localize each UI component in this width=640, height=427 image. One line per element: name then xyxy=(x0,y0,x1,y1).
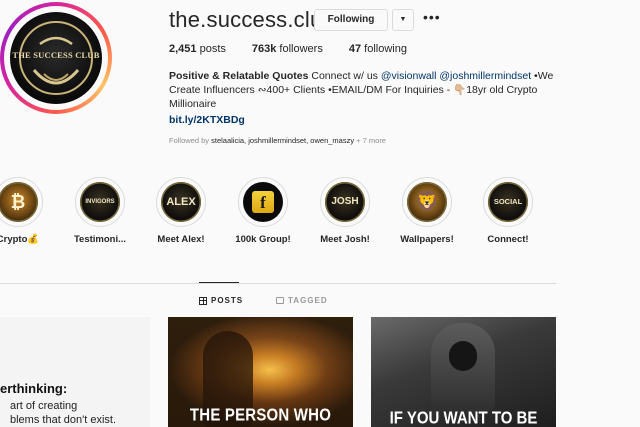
post-caption: IF YOU WANT TO BE xyxy=(389,408,538,427)
post-thumbnail[interactable]: erthinking: art of creating blems that d… xyxy=(0,317,150,427)
suggested-dropdown-button[interactable]: ▼ xyxy=(392,9,414,31)
tab-posts[interactable]: POSTS xyxy=(199,296,243,305)
following-stat-label: following xyxy=(361,43,407,55)
followed-by-names: stelaalicia, joshmillermindset, owen_mas… xyxy=(211,136,355,145)
bio-name: Positive & Relatable Quotes xyxy=(169,70,309,82)
facebook-tile: f xyxy=(243,182,283,222)
highlight-ring: 🦁 xyxy=(402,177,452,227)
more-options-button[interactable]: ••• xyxy=(423,9,441,25)
followed-by[interactable]: Followed by stelaalicia, joshmillerminds… xyxy=(169,136,386,145)
active-tab-indicator xyxy=(199,282,239,283)
highlight-crypto[interactable]: ₿ Crypto💰 xyxy=(0,177,48,245)
profile-bio: Positive & Relatable Quotes Connect w/ u… xyxy=(169,69,569,111)
highlight-meet-alex[interactable]: ALEX Meet Alex! xyxy=(151,177,211,245)
followers-stat[interactable]: 763k followers xyxy=(252,43,323,55)
following-button[interactable]: Following xyxy=(314,9,388,31)
highlight-ring: ALEX xyxy=(156,177,206,227)
highlight-wallpapers[interactable]: 🦁 Wallpapers! xyxy=(397,177,457,245)
following-stat[interactable]: 47 following xyxy=(349,43,407,55)
highlight-meet-josh[interactable]: JOSH Meet Josh! xyxy=(315,177,375,245)
highlight-100k-group[interactable]: f 100k Group! xyxy=(233,177,293,245)
highlight-label: Connect! xyxy=(487,234,529,245)
highlight-label: Crypto💰 xyxy=(0,234,40,245)
post-thumbnail[interactable]: IF YOU WANT TO BE xyxy=(371,317,556,427)
profile-username: the.success.club xyxy=(169,7,335,32)
highlight-label: 100k Group! xyxy=(235,234,291,245)
facebook-icon: f xyxy=(252,191,274,213)
tab-tagged-label: TAGGED xyxy=(288,296,328,305)
hood-shadow xyxy=(449,341,477,371)
posts-stat-label: posts xyxy=(196,43,226,55)
posts-stat: 2,451 posts xyxy=(169,43,226,55)
josh-logo-icon: JOSH xyxy=(325,182,365,222)
highlight-label: Testimoni... xyxy=(73,234,127,245)
invigors-logo-icon: INVIGORS xyxy=(80,182,120,222)
profile-avatar[interactable]: THE SUCCESS CLUB xyxy=(0,2,112,114)
highlight-label: Meet Josh! xyxy=(320,234,370,245)
followed-by-more: + 7 more xyxy=(354,136,386,145)
more-dots-icon: ••• xyxy=(423,9,441,25)
following-count: 47 xyxy=(348,43,362,55)
avatar-wrap: THE SUCCESS CLUB xyxy=(4,6,108,110)
highlight-testimonials[interactable]: INVIGORS Testimoni... xyxy=(70,177,130,245)
followers-count: 763k xyxy=(251,43,277,55)
bitcoin-icon: ₿ xyxy=(0,182,38,222)
social-logo-icon: SOCIAL xyxy=(488,182,528,222)
followers-stat-label: followers xyxy=(276,43,323,55)
post-caption: THE PERSON WHO xyxy=(189,405,332,426)
highlight-ring: SOCIAL xyxy=(483,177,533,227)
highlight-label: Wallpapers! xyxy=(400,234,454,245)
bio-text: Connect w/ us xyxy=(308,70,381,82)
tag-icon xyxy=(276,297,284,304)
lion-icon: 🦁 xyxy=(407,182,447,222)
avatar-image: THE SUCCESS CLUB xyxy=(10,12,102,104)
highlight-label: Meet Alex! xyxy=(157,234,205,245)
tabs-divider xyxy=(0,283,556,284)
grid-icon xyxy=(199,296,207,305)
mention-link[interactable]: @visionwall xyxy=(381,70,437,82)
avatar-logo-text: THE SUCCESS CLUB xyxy=(12,50,100,60)
highlight-ring: INVIGORS xyxy=(75,177,125,227)
profile-stats: 2,451 posts 763k followers 47 following xyxy=(169,43,407,55)
chevron-down-icon: ▼ xyxy=(399,16,407,23)
highlight-ring: f xyxy=(238,177,288,227)
posts-count: 2,451 xyxy=(169,43,197,55)
alex-logo-icon: ALEX xyxy=(161,182,201,222)
tab-posts-label: POSTS xyxy=(211,296,244,305)
post-body: art of creating blems that don't exist. xyxy=(10,400,117,426)
bio-website-link[interactable]: bit.ly/2KTXBDg xyxy=(169,114,245,126)
highlight-ring: ₿ xyxy=(0,177,43,227)
mention-link[interactable]: @joshmillermindset xyxy=(439,70,531,82)
highlight-connect[interactable]: SOCIAL Connect! xyxy=(478,177,538,245)
post-title: erthinking: xyxy=(0,381,68,396)
followed-by-prefix: Followed by xyxy=(169,136,212,145)
highlight-ring: JOSH xyxy=(320,177,370,227)
post-thumbnail[interactable]: THE PERSON WHO xyxy=(168,317,353,427)
tab-tagged[interactable]: TAGGED xyxy=(276,296,328,305)
